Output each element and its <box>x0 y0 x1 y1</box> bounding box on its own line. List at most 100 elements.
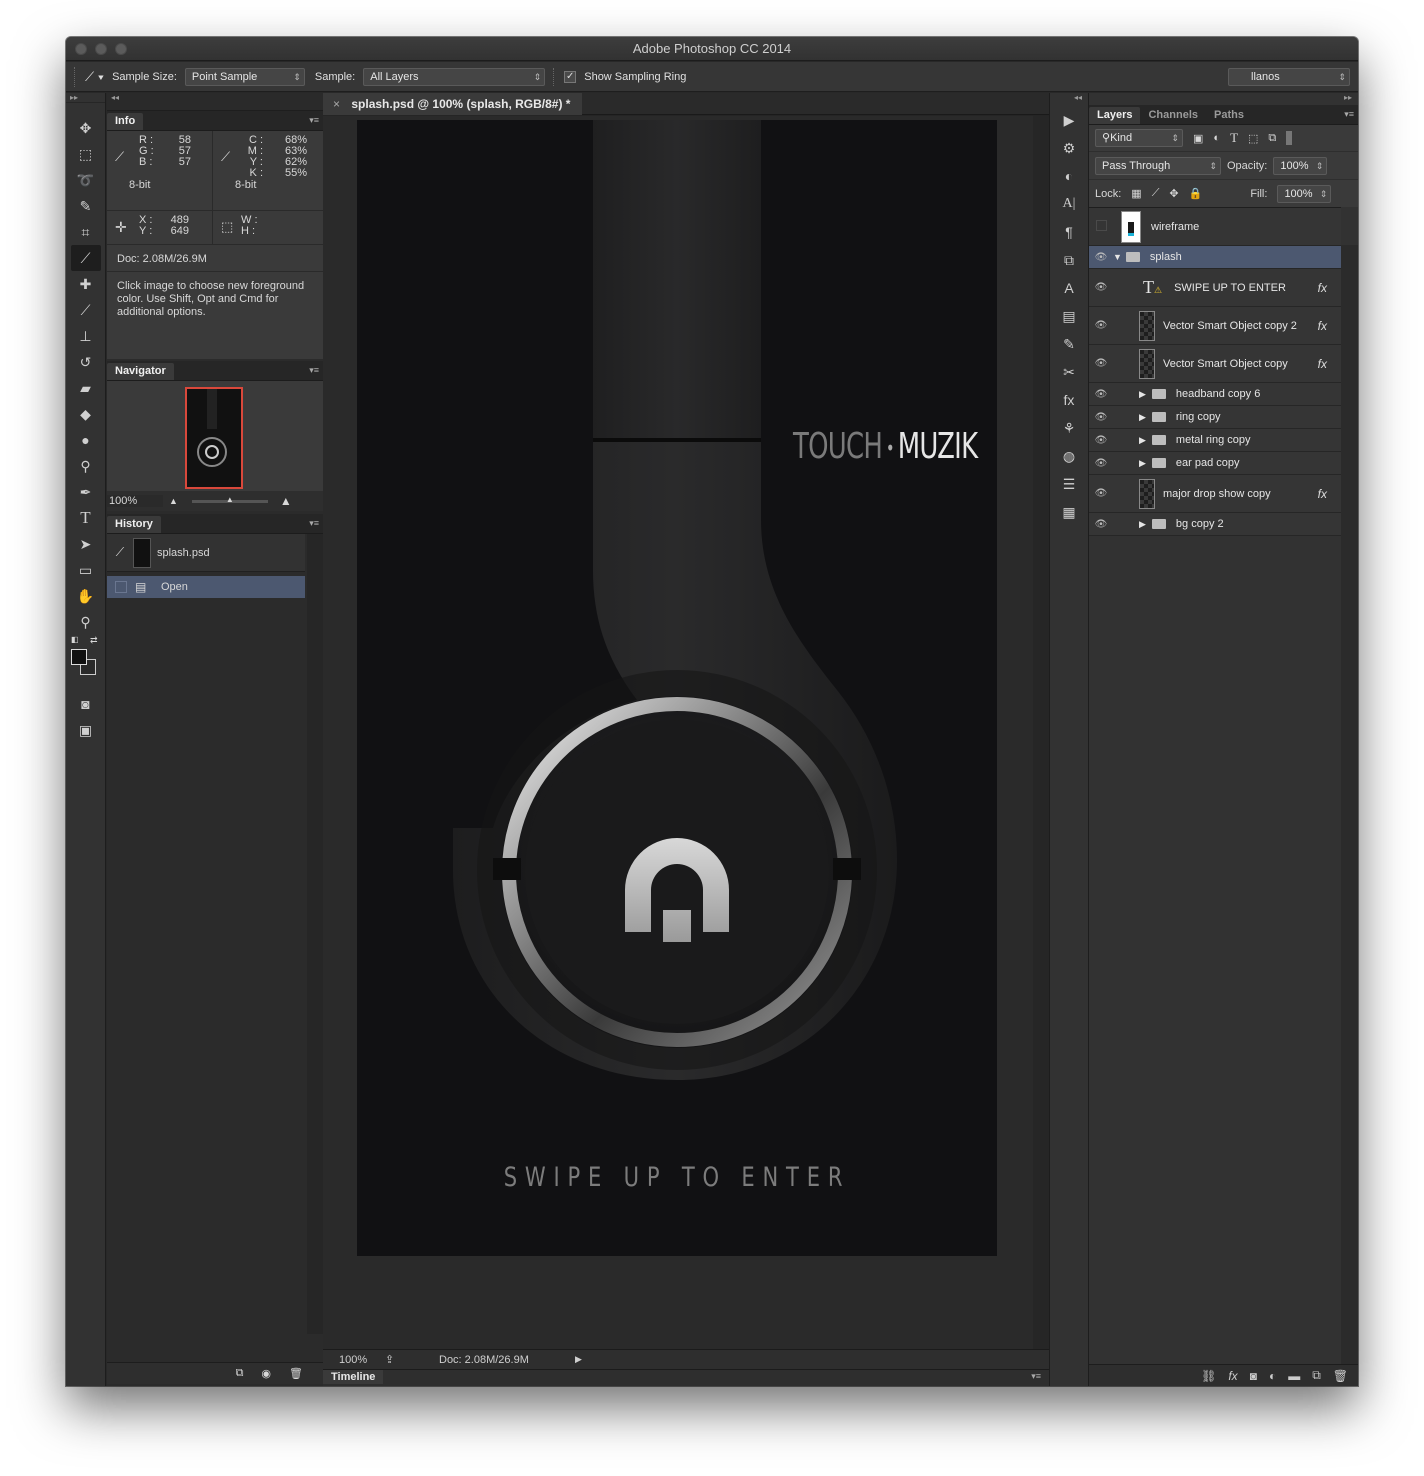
new-layer-icon[interactable]: ⧉ <box>1312 1368 1321 1383</box>
left-panels-collapse-icon[interactable]: ◂◂ <box>107 93 323 111</box>
adjustments-icon[interactable]: ◐ <box>1054 163 1084 189</box>
quick-selection-tool-icon[interactable]: ✎ <box>71 193 101 219</box>
shape-tool-icon[interactable]: ▭ <box>71 557 101 583</box>
notes-icon[interactable]: ✎ <box>1054 331 1084 357</box>
eye-icon[interactable]: 👁 <box>1089 412 1113 423</box>
swatches-icon[interactable]: ◍ <box>1054 443 1084 469</box>
history-scrollbar[interactable] <box>307 534 323 1334</box>
tool-presets-icon[interactable]: ✂ <box>1054 359 1084 385</box>
zoom-tool-icon[interactable]: ⚲ <box>71 609 101 635</box>
tools-collapse-icon[interactable]: ▸▸ <box>66 93 105 103</box>
paragraph-icon[interactable]: ¶ <box>1054 219 1084 245</box>
tab-channels[interactable]: Channels <box>1140 107 1206 124</box>
cmyk-eyedropper-icon[interactable]: ⟋ <box>221 149 230 165</box>
sample-size-select[interactable]: Point Sample <box>184 67 305 86</box>
filter-pixel-icon[interactable]: ▣ <box>1193 132 1203 145</box>
group-expand-icon[interactable]: ▶ <box>1139 458 1146 469</box>
group-expand-icon[interactable]: ▶ <box>1139 519 1146 530</box>
layer-style-icon[interactable]: fx <box>1228 1369 1237 1383</box>
eye-icon[interactable]: 👁 <box>1089 435 1113 446</box>
tab-navigator[interactable]: Navigator <box>107 363 174 380</box>
fx-icon[interactable]: fx <box>1318 487 1327 501</box>
properties-icon[interactable]: ▤ <box>1054 303 1084 329</box>
libraries-icon[interactable]: ⚙ <box>1054 135 1084 161</box>
layer-row[interactable]: 👁 major drop show copy fx <box>1089 475 1341 513</box>
sample-select[interactable]: All Layers <box>363 67 546 86</box>
styles-icon[interactable]: fx <box>1054 387 1084 413</box>
character-icon[interactable]: A| <box>1054 191 1084 217</box>
zoom-out-icon[interactable]: ▲ <box>169 496 178 506</box>
fill-field[interactable]: 100% <box>1277 184 1332 203</box>
blend-mode-select[interactable]: Pass Through <box>1095 156 1221 175</box>
group-expand-icon[interactable]: ▶ <box>1139 435 1146 446</box>
add-mask-icon[interactable]: ◙ <box>1250 1369 1257 1383</box>
lock-pixels-icon[interactable]: ⟋ <box>1152 187 1160 200</box>
filter-adjustment-icon[interactable]: ◐ <box>1213 132 1220 144</box>
filter-shape-icon[interactable]: ⬚ <box>1248 132 1258 145</box>
foreground-color-swatch[interactable] <box>71 649 87 665</box>
info-panel-menu-icon[interactable]: ▾≡ <box>309 115 319 126</box>
eye-icon[interactable]: 👁 <box>1089 320 1113 331</box>
group-expand-icon[interactable]: ▶ <box>1139 412 1146 423</box>
type-tool-icon[interactable]: T <box>71 505 101 531</box>
grid-icon[interactable]: ▦ <box>1054 499 1084 525</box>
tab-history[interactable]: History <box>107 516 161 533</box>
marquee-tool-icon[interactable]: ⬚ <box>71 141 101 167</box>
tab-layers[interactable]: Layers <box>1089 107 1141 124</box>
layer-row[interactable]: 👁 Vector Smart Object copy fx <box>1089 345 1341 383</box>
navigator-preview[interactable] <box>185 387 243 489</box>
swap-colors-icon[interactable]: ⇄ <box>90 635 98 646</box>
dodge-tool-icon[interactable]: ⚲ <box>71 453 101 479</box>
eyedropper-tool-icon[interactable]: ⟋ <box>70 245 101 271</box>
crop-tool-icon[interactable]: ⌗ <box>71 219 101 245</box>
brush-tool-icon[interactable]: ⟋ <box>71 297 101 323</box>
eye-icon[interactable]: 👁 <box>1089 252 1113 263</box>
document-tab[interactable]: × splash.psd @ 100% (splash, RGB/8#) * <box>323 92 583 115</box>
lock-all-icon[interactable]: 🔒 <box>1189 187 1203 200</box>
layer-row[interactable]: 👁 ▶ bg copy 2 <box>1089 513 1341 536</box>
eye-icon[interactable]: 👁 <box>1089 488 1113 499</box>
new-snapshot-icon[interactable]: ◉ <box>261 1367 271 1380</box>
layers-collapse-icon[interactable]: ▸▸ <box>1089 93 1358 105</box>
link-layers-icon[interactable]: ⛓ <box>1201 1369 1216 1383</box>
path-selection-tool-icon[interactable]: ➤ <box>71 531 101 557</box>
layer-comps-icon[interactable]: ☰ <box>1054 471 1084 497</box>
clone-stamp-tool-icon[interactable]: ⊥ <box>71 323 101 349</box>
layer-kind-filter[interactable]: ⚲Kind <box>1095 129 1183 147</box>
navigator-panel-menu-icon[interactable]: ▾≡ <box>309 365 319 376</box>
eye-icon[interactable]: 👁 <box>1089 389 1113 400</box>
close-window-button[interactable] <box>75 43 87 55</box>
eye-icon[interactable]: 👁 <box>1089 358 1113 369</box>
layer-row[interactable]: 👁 Vector Smart Object copy 2 fx <box>1089 307 1341 345</box>
delete-layer-icon[interactable]: 🗑 <box>1333 1369 1348 1383</box>
timeline-menu-icon[interactable]: ▾≡ <box>1031 1371 1041 1382</box>
character-styles-icon[interactable]: ⧉ <box>1054 247 1084 273</box>
eyedropper-tool-preset-icon[interactable]: ⟋ ▾ <box>85 69 104 85</box>
quick-mask-icon[interactable]: ◙ <box>71 691 101 717</box>
paint-bucket-tool-icon[interactable]: ◆ <box>71 401 101 427</box>
group-expand-icon[interactable]: ▶ <box>1139 389 1146 400</box>
layer-visibility-toggle[interactable] <box>1089 219 1113 234</box>
new-adjustment-layer-icon[interactable]: ◐ <box>1269 1369 1276 1383</box>
paragraph-styles-icon[interactable]: A <box>1054 275 1084 301</box>
tab-info[interactable]: Info <box>107 113 144 130</box>
opacity-field[interactable]: 100% <box>1273 156 1328 175</box>
history-brush-source-icon[interactable]: ⟋ <box>107 545 133 560</box>
move-tool-icon[interactable]: ✥ <box>71 115 101 141</box>
layers-scrollbar[interactable] <box>1341 245 1358 1365</box>
actions-icon[interactable]: ▶ <box>1054 107 1084 133</box>
strip-collapse-icon[interactable]: ◂◂ <box>1050 93 1088 105</box>
fx-icon[interactable]: fx <box>1318 357 1327 371</box>
layer-row[interactable]: 👁 ▶ ear pad copy <box>1089 452 1341 475</box>
fx-icon[interactable]: fx <box>1318 319 1327 333</box>
canvas-vertical-scrollbar[interactable] <box>1033 116 1049 1349</box>
rgb-eyedropper-icon[interactable]: ⟋ <box>115 149 124 165</box>
show-sampling-ring-checkbox[interactable]: ✓ <box>564 70 577 83</box>
eye-icon[interactable]: 👁 <box>1089 519 1113 530</box>
filter-toggle-icon[interactable] <box>1286 131 1293 145</box>
lock-position-icon[interactable]: ✥ <box>1169 187 1178 200</box>
layer-row[interactable]: 👁 ▶ ring copy <box>1089 406 1341 429</box>
eye-icon[interactable]: 👁 <box>1089 458 1113 469</box>
tab-paths[interactable]: Paths <box>1206 107 1252 124</box>
status-menu-arrow-icon[interactable]: ▶ <box>575 1354 582 1365</box>
